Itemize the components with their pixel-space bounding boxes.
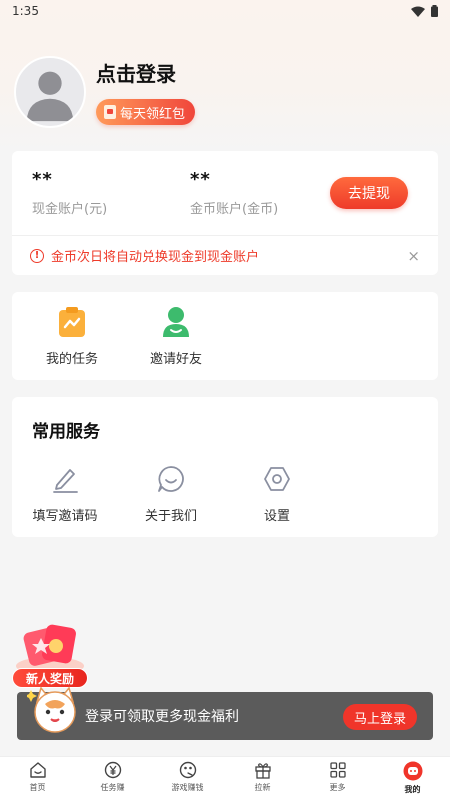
coin-label: 金币账户(金币): [190, 202, 279, 217]
about-us-entry[interactable]: 关于我们: [118, 465, 224, 524]
redpack-icon: [104, 105, 116, 119]
status-bar: 1:35: [0, 0, 450, 22]
login-banner: 登录可领取更多现金福利 马上登录: [17, 686, 433, 740]
tab-referral-label: 拉新: [254, 783, 271, 792]
tab-home[interactable]: 首页: [0, 757, 75, 800]
login-prompt[interactable]: 点击登录: [96, 58, 195, 87]
invite-code-label: 填写邀请码: [32, 509, 98, 524]
redpack-label: 每天领红包: [120, 106, 186, 122]
coin-exchange-notice: ! 金币次日将自动兑换现金到现金账户 ×: [12, 236, 438, 275]
status-time: 1:35: [12, 4, 39, 18]
services-title: 常用服务: [32, 422, 100, 442]
my-tasks-entry[interactable]: 我的任务: [20, 306, 124, 380]
pencil-icon: [53, 469, 78, 493]
avatar[interactable]: [14, 56, 86, 128]
tab-more-label: 更多: [329, 783, 346, 792]
invite-code-entry[interactable]: 填写邀请码: [12, 465, 118, 524]
tab-task-earn-label: 任务赚: [100, 783, 125, 792]
home-icon: [29, 762, 46, 778]
tasks-card: 我的任务 邀请好友: [12, 292, 438, 380]
tab-game-earn-label: 游戏赚钱: [171, 783, 204, 792]
invite-friend-icon: [163, 307, 189, 337]
tab-home-label: 首页: [29, 783, 46, 792]
tab-mine[interactable]: 我的: [375, 757, 450, 800]
login-now-button[interactable]: 马上登录: [343, 704, 417, 730]
coin-account[interactable]: ** 金币账户(金币): [190, 169, 348, 217]
wifi-icon: [411, 6, 425, 17]
tab-referral[interactable]: 拉新: [225, 757, 300, 800]
yuan-coin-icon: [104, 761, 121, 779]
hexagon-settings-icon: [264, 467, 290, 491]
tab-mine-label: 我的: [404, 785, 421, 794]
settings-entry[interactable]: 设置: [224, 465, 330, 524]
my-tasks-label: 我的任务: [45, 352, 98, 367]
cash-value: **: [32, 169, 53, 190]
daily-redpack-badge[interactable]: 每天领红包: [96, 99, 196, 125]
cash-label: 现金账户(元): [32, 202, 108, 217]
task-clipboard-icon: [59, 307, 85, 337]
battery-icon: [431, 5, 438, 17]
withdraw-button[interactable]: 去提现: [330, 177, 408, 209]
status-icons: [411, 5, 438, 17]
grid-icon: [329, 762, 346, 778]
coin-value: **: [190, 169, 211, 190]
chat-smile-icon: [158, 466, 184, 492]
profile-header[interactable]: 点击登录 每天领红包: [14, 56, 196, 128]
gift-icon: [254, 763, 271, 779]
services-card: 常用服务 填写邀请码 关于我们 设置: [12, 397, 438, 537]
tab-game-earn[interactable]: 游戏赚钱: [150, 757, 225, 800]
tab-more[interactable]: 更多: [300, 757, 375, 800]
info-icon: !: [30, 248, 44, 263]
settings-label: 设置: [263, 509, 290, 524]
game-controller-icon: [179, 761, 196, 779]
invite-friends-entry[interactable]: 邀请好友: [124, 306, 228, 380]
newbie-reward-badge[interactable]: 新人奖励: [12, 622, 88, 688]
about-us-label: 关于我们: [144, 509, 197, 524]
notice-text: 金币次日将自动兑换现金到现金账户: [51, 250, 260, 265]
profile-face-icon: [403, 761, 422, 781]
invite-friends-label: 邀请好友: [149, 352, 202, 367]
tab-task-earn[interactable]: 任务赚: [75, 757, 150, 800]
default-avatar-icon: [26, 71, 74, 122]
close-icon[interactable]: ×: [407, 247, 420, 265]
login-banner-text: 登录可领取更多现金福利: [85, 709, 239, 725]
cat-mascot-icon: [27, 686, 76, 733]
cash-account[interactable]: ** 现金账户(元): [32, 169, 190, 217]
wallet-card: ** 现金账户(元) ** 金币账户(金币) 去提现 ! 金币次日将自动兑换现金…: [12, 151, 438, 275]
bottom-tab-bar: 首页 任务赚 游戏赚钱 拉新 更多 我的: [0, 756, 450, 800]
